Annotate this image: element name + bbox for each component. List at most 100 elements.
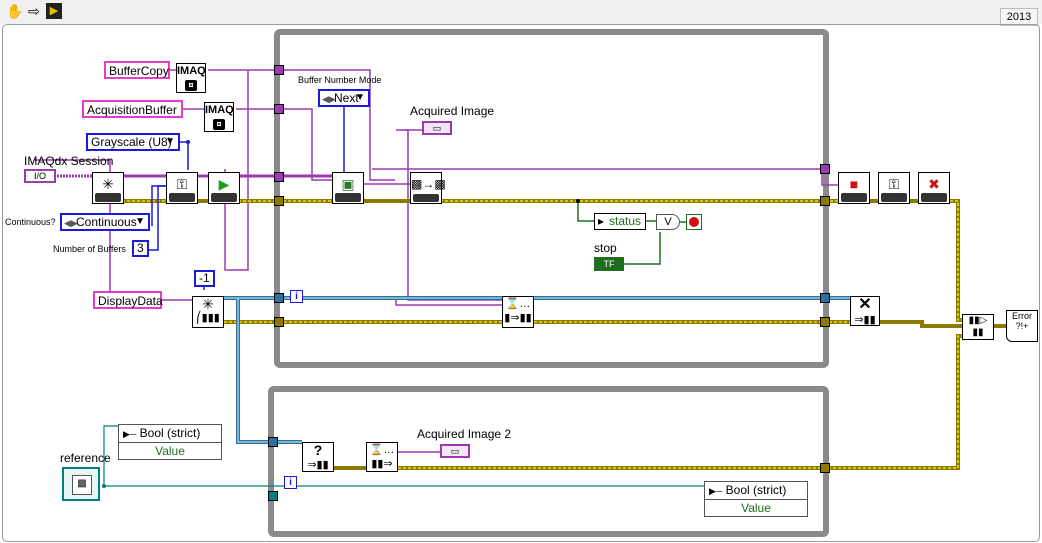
tunnel-queue-loop2 — [268, 437, 278, 447]
camera-icon — [921, 193, 947, 202]
tunnel-queue-in — [274, 293, 284, 303]
acquired-image-2-indicator: ▭ — [440, 444, 470, 458]
minus-one-constant[interactable]: -1 — [194, 270, 215, 287]
acquisition-mode-ring[interactable]: ◀▶ Continuous ▼ — [60, 213, 150, 231]
property-node-2[interactable]: ▶─ Bool (strict) Value — [704, 481, 808, 517]
imaqdx-configure-vi[interactable]: ⚿ — [166, 172, 198, 204]
display-data-constant[interactable]: DisplayData — [93, 291, 163, 309]
loop-condition-terminal[interactable] — [686, 214, 702, 230]
acquired-image-label: Acquired Image — [410, 104, 495, 118]
tunnel-error-out — [820, 196, 830, 206]
reference-label: reference — [60, 451, 111, 465]
property-node-2-value[interactable]: Value — [705, 500, 807, 517]
tunnel-error-in — [274, 196, 284, 206]
merge-errors-function[interactable]: ▮▮▷ ▮▮ — [962, 314, 994, 340]
queue-icon: ⇒▮▮ — [854, 314, 876, 326]
ref-icon: ▶─ — [123, 429, 137, 439]
sparkle-icon: ✳ — [202, 296, 214, 312]
number-of-buffers-label: Number of Buffers — [53, 244, 126, 254]
imaq-create-1-glyph: ¤ — [185, 80, 197, 91]
chevron-down-icon: ▼ — [355, 92, 365, 103]
image-type-value: Grayscale (U8) — [91, 135, 172, 149]
property-node-1-class: Bool (strict) — [139, 426, 201, 440]
property-node-1[interactable]: ▶─ Bool (strict) Value — [118, 424, 222, 460]
hourglass-icon: ⌛… — [369, 444, 395, 456]
stop-condition-icon — [689, 217, 699, 227]
chevron-down-icon: ▼ — [135, 216, 145, 227]
acquired-image-2-label: Acquired Image 2 — [417, 427, 512, 441]
tunnel-error-loop2 — [820, 463, 830, 473]
buffer-number-mode-label: Buffer Number Mode — [298, 75, 382, 85]
camera-icon — [95, 193, 121, 202]
imaq-create-2[interactable]: IMAQ ¤ — [204, 102, 234, 132]
imaqdx-close-camera-vi[interactable]: ✖ — [918, 172, 950, 204]
property-node-2-header: ▶─ Bool (strict) — [705, 482, 807, 500]
block-diagram: ✋ ⇨ ▶ 2013 i i BufferCopy AcquisitionBuf… — [0, 0, 1042, 543]
camera-icon — [169, 193, 195, 202]
imaqdx-open-camera-vi[interactable]: ✳ — [92, 172, 124, 204]
queue-icon: ⇒▮▮ — [307, 459, 329, 471]
tunnel-session — [274, 172, 284, 182]
camera-icon — [413, 194, 439, 202]
or-function[interactable]: V — [656, 214, 680, 230]
buffer-copy-constant[interactable]: BufferCopy — [104, 61, 170, 79]
imaqdx-start-vi[interactable]: ▶ — [208, 172, 240, 204]
iteration-terminal: i — [290, 290, 303, 303]
camera-icon — [841, 193, 867, 202]
imaq-copy-vi[interactable]: ▩→▩ — [410, 172, 446, 204]
imaqdx-stop-vi[interactable]: ■ — [838, 172, 870, 204]
increment-arrows-icon: ◀▶ — [64, 218, 78, 228]
property-node-1-header: ▶─ Bool (strict) — [119, 425, 221, 443]
wires-layer — [30, 29, 1006, 537]
tunnel-session-out — [820, 164, 830, 174]
num-buffers-constant[interactable]: 3 — [132, 240, 149, 257]
queue-icon: ▮▮⇒ — [371, 458, 393, 470]
tunnel-error-queue-out — [820, 317, 830, 327]
session-control[interactable]: I/O — [24, 169, 56, 183]
queue-icon: ▮⇒▮▮ — [504, 312, 532, 324]
imaq-create-1-label: IMAQ — [177, 65, 206, 77]
increment-arrows-icon: ◀▶ — [322, 94, 336, 104]
imaqdx-session-label: IMAQdx Session — [24, 154, 114, 168]
unbundle-status-node[interactable]: ▸ status — [594, 213, 646, 230]
simple-error-handler-vi[interactable]: Error ?!+ — [1006, 310, 1038, 342]
preview-queue-function[interactable]: ? ⇒▮▮ — [302, 442, 334, 472]
imaqdx-get-image-vi[interactable]: ▣ — [332, 172, 364, 204]
x-icon: ✕ — [858, 296, 872, 313]
acquisition-mode-value: Continuous — [76, 215, 137, 229]
property-node-2-class: Bool (strict) — [725, 483, 787, 497]
tunnel-buffer-copy — [274, 65, 284, 75]
obtain-queue-function[interactable]: ✳ ⎛▮▮▮ — [192, 296, 224, 328]
enqueue-function[interactable]: ⌛… ▮⇒▮▮ — [502, 296, 534, 328]
unbundle-status-label: status — [609, 214, 642, 228]
reference-control[interactable]: ▩ — [62, 467, 100, 501]
camera-icon — [335, 193, 361, 202]
dequeue-function[interactable]: ⌛… ▮▮⇒ — [366, 442, 398, 472]
unbundle-icon: ▸ — [598, 214, 605, 228]
tunnel-acq-buffer — [274, 104, 284, 114]
camera-icon — [211, 193, 237, 202]
chevron-down-icon: ▼ — [165, 136, 175, 147]
ref-icon: ▶─ — [709, 486, 723, 496]
imaq-create-1[interactable]: IMAQ ¤ — [176, 63, 206, 93]
control-ref-icon: ▩ — [72, 475, 92, 495]
tunnel-queue-out — [820, 293, 830, 303]
stop-label: stop — [594, 241, 617, 255]
release-queue-function[interactable]: ✕ ⇒▮▮ — [850, 296, 880, 326]
property-node-1-value[interactable]: Value — [119, 443, 221, 460]
imaqdx-unconfigure-vi[interactable]: ⚿ — [878, 172, 910, 204]
stop-button-terminal[interactable]: TF — [594, 257, 624, 271]
hourglass-icon: ⌛… — [505, 298, 531, 310]
continuous-label: Continuous? — [5, 217, 56, 227]
imaq-create-2-label: IMAQ — [205, 104, 234, 116]
camera-icon — [881, 193, 907, 202]
buffer-mode-ring[interactable]: ◀▶ Next ▼ — [318, 89, 370, 107]
tunnel-reference — [268, 491, 278, 501]
acquisition-buffer-constant[interactable]: AcquisitionBuffer — [82, 100, 183, 118]
image-type-ring[interactable]: Grayscale (U8) ▼ — [86, 133, 180, 151]
queue-icon: ⎛▮▮▮ — [196, 312, 220, 324]
tunnel-error-queue — [274, 317, 284, 327]
imaq-create-2-glyph: ¤ — [213, 119, 225, 130]
acquired-image-indicator: ▭ — [422, 121, 452, 135]
iteration-terminal-2: i — [284, 476, 297, 489]
